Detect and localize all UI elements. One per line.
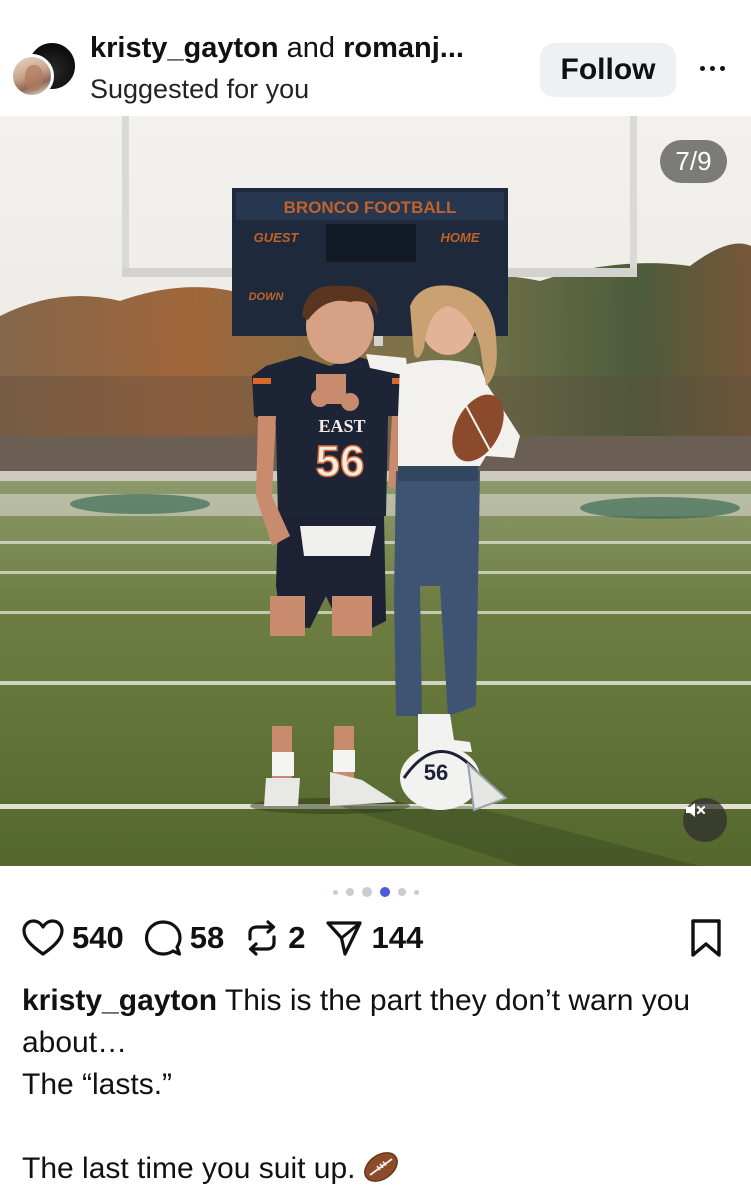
repost-icon[interactable] [244,919,280,957]
carousel-dot [397,888,406,896]
author-username[interactable]: kristy_gayton [90,32,279,64]
speaker-muted-icon[interactable] [683,798,727,842]
post-header: kristy_gayton and romanj... Suggested fo… [0,0,751,116]
american-football-icon [363,1152,398,1182]
scoreboard-title: BRONCO FOOTBALL [284,198,457,217]
carousel-dot [332,889,338,895]
scoreboard-down: DOWN [249,291,285,303]
carousel-dots [0,884,751,900]
caption-text-3: The last time you suit up. [22,1152,356,1185]
collab-avatars[interactable] [10,40,78,100]
scoreboard-home: HOME [441,230,480,245]
carousel-dot [361,887,372,897]
carousel-dot [345,888,354,896]
comment-count: 58 [189,920,225,955]
heart-icon[interactable] [22,919,64,957]
collaborator-username[interactable]: romanj... [343,32,464,64]
repost-count: 2 [288,920,306,955]
jersey-text: EAST [318,416,365,436]
scoreboard-guest: GUEST [254,230,300,245]
caption-first-line: kristy_gayton This is the part they don’… [22,980,734,1064]
author-names[interactable]: kristy_gayton and romanj... [90,32,464,65]
caption-last-line: The last time you suit up. [22,1148,734,1190]
bookmark-icon[interactable] [688,918,724,958]
action-bar: 540 58 2 144 [22,915,443,961]
repost-action[interactable]: 2 [244,919,305,957]
like-action[interactable]: 540 [22,919,124,957]
carousel-counter: 7/9 [660,140,727,183]
caption-text-2: The “lasts.” [22,1068,173,1101]
post-photo[interactable]: BRONCO FOOTBALL GUEST HOME DOWN EAST 56 [0,116,751,866]
suggested-label: Suggested for you [90,74,310,104]
share-count: 144 [371,920,424,955]
and-label: and [278,32,344,64]
post-caption: kristy_gayton This is the part they don’… [22,980,734,1190]
follow-button[interactable]: Follow [540,43,676,97]
carousel-dot [379,887,390,897]
share-action[interactable]: 144 [325,919,423,957]
like-count: 540 [72,920,124,955]
caption-username[interactable]: kristy_gayton [22,984,217,1017]
carousel-dot [413,889,419,895]
jersey-number: 56 [316,437,365,486]
more-options-icon[interactable] [692,48,732,88]
helmet-number: 56 [424,760,448,785]
photo-scene: BRONCO FOOTBALL GUEST HOME DOWN EAST 56 [0,116,751,866]
comment-bubble-icon[interactable] [144,919,182,957]
comment-action[interactable]: 58 [144,919,224,957]
author-avatar[interactable] [10,54,54,98]
send-icon[interactable] [325,919,363,957]
